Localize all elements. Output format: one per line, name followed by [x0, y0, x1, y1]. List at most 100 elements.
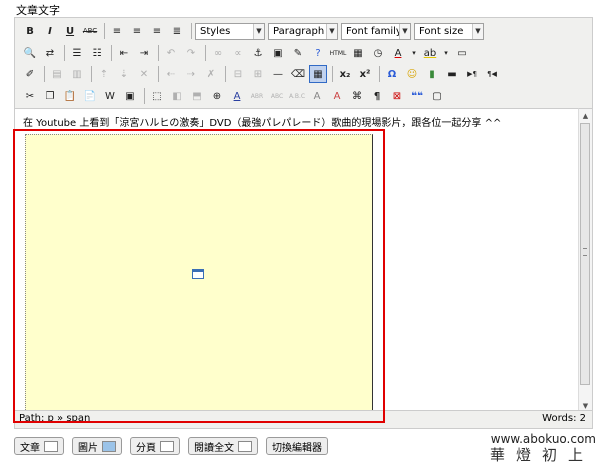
undo-icon[interactable]: ↶: [162, 44, 180, 62]
visual-chars-icon[interactable]: ¶: [368, 87, 386, 105]
styles-select-value: Styles: [200, 25, 231, 37]
rtl-icon[interactable]: ¶◀: [483, 65, 501, 83]
row-after-icon[interactable]: ⇣: [115, 65, 133, 83]
strikethrough-button[interactable]: ABC: [81, 22, 99, 40]
fullscreen-icon[interactable]: ▢: [428, 87, 446, 105]
format-select[interactable]: Paragraph ▼: [268, 22, 338, 40]
toolbar-row-3: ✐ ▤ ▥ ⇡ ⇣ ✕ ⇠ ⇢ ✗ ⊟ ⊞ — ⌫ ▦ x₂ x² Ω ☺ ▮ …: [21, 64, 503, 84]
replace-icon[interactable]: ⇄: [41, 44, 59, 62]
outdent-icon[interactable]: ⇤: [115, 44, 133, 62]
insert-time-icon[interactable]: ◷: [369, 44, 387, 62]
table-cell-props-icon[interactable]: ▥: [68, 65, 86, 83]
col-after-icon[interactable]: ⇢: [182, 65, 200, 83]
ltr-icon[interactable]: ▶¶: [463, 65, 481, 83]
special-char-icon[interactable]: Ω: [383, 65, 401, 83]
chevron-down-icon[interactable]: ▾: [441, 44, 451, 62]
indent-icon[interactable]: ⇥: [135, 44, 153, 62]
nonbreaking-icon[interactable]: ⊠: [388, 87, 406, 105]
style-props-icon[interactable]: A: [228, 87, 246, 105]
article-icon: [44, 440, 58, 452]
align-right-icon[interactable]: ≡: [148, 22, 166, 40]
col-before-icon[interactable]: ⇠: [162, 65, 180, 83]
bullet-list-icon[interactable]: ☰: [68, 44, 86, 62]
preview-icon[interactable]: ▭: [453, 44, 471, 62]
insert-image-button[interactable]: 圖片: [72, 437, 122, 455]
anchor-icon[interactable]: ⚓: [249, 44, 267, 62]
toggle-editor-button[interactable]: 切換編輯器: [266, 437, 328, 455]
grip-icon: [583, 248, 587, 256]
scroll-up-icon[interactable]: ▲: [579, 109, 592, 122]
attribs-icon[interactable]: A: [328, 87, 346, 105]
abbr-icon[interactable]: ABR: [248, 87, 266, 105]
toolbar-separator: [111, 45, 112, 61]
bold-button[interactable]: B: [21, 22, 39, 40]
align-left-icon[interactable]: ≡: [108, 22, 126, 40]
superscript-icon[interactable]: x²: [356, 65, 374, 83]
copy-icon[interactable]: ❐: [41, 87, 59, 105]
merge-cells-icon[interactable]: ⊞: [249, 65, 267, 83]
font-family-select[interactable]: Font family ▼: [341, 22, 411, 40]
font-size-select[interactable]: Font size ▼: [414, 22, 484, 40]
picture-icon: [102, 440, 116, 452]
italic-button[interactable]: I: [41, 22, 59, 40]
delete-col-icon[interactable]: ✗: [202, 65, 220, 83]
move-forward-icon[interactable]: ⬒: [188, 87, 206, 105]
styles-select[interactable]: Styles ▼: [195, 22, 265, 40]
cleanup-icon[interactable]: ✎: [289, 44, 307, 62]
toolbar-separator: [225, 66, 226, 82]
emotions-icon[interactable]: ☺: [403, 65, 421, 83]
horizontal-rule-icon[interactable]: —: [269, 65, 287, 83]
acronym-icon[interactable]: ABC: [268, 87, 286, 105]
toolbar-row-2: 🔍 ⇄ ☰ ☷ ⇤ ⇥ ↶ ↷ ∞ ∝ ⚓ ▣ ✎ ? HTML ▦ ◷ A ▾…: [21, 43, 473, 63]
cut-icon[interactable]: ✂: [21, 87, 39, 105]
link-icon[interactable]: ∞: [209, 44, 227, 62]
ins-icon[interactable]: A: [308, 87, 326, 105]
insert-date-icon[interactable]: ▦: [349, 44, 367, 62]
redo-icon[interactable]: ↷: [182, 44, 200, 62]
underline-button[interactable]: U: [61, 22, 79, 40]
film-icon[interactable]: ▮: [423, 65, 441, 83]
blockquote-icon[interactable]: ❝❝: [408, 87, 426, 105]
split-cells-icon[interactable]: ⊟: [229, 65, 247, 83]
subscript-icon[interactable]: x₂: [336, 65, 354, 83]
select-all-icon[interactable]: ▣: [121, 87, 139, 105]
read-more-button[interactable]: 閱讀全文: [188, 437, 258, 455]
insert-hr-icon[interactable]: ▬: [443, 65, 461, 83]
remove-format-icon[interactable]: ⌫: [289, 65, 307, 83]
read-more-icon: [238, 440, 252, 452]
visual-aid-icon[interactable]: ⬚: [148, 87, 166, 105]
insert-layer-icon[interactable]: ◧: [168, 87, 186, 105]
media-icon[interactable]: ▦: [309, 65, 327, 83]
del-icon[interactable]: A.B.C: [288, 87, 306, 105]
insert-article-label: 文章: [20, 442, 40, 454]
paste-icon[interactable]: 📋: [61, 87, 79, 105]
numbered-list-icon[interactable]: ☷: [88, 44, 106, 62]
image-icon[interactable]: ▣: [269, 44, 287, 62]
unlink-icon[interactable]: ∝: [229, 44, 247, 62]
toolbar-separator: [158, 66, 159, 82]
vertical-scrollbar[interactable]: ▲ ▼: [578, 108, 592, 412]
paste-word-icon[interactable]: W: [101, 87, 119, 105]
absolute-icon[interactable]: ⊕: [208, 87, 226, 105]
chevron-down-icon: ▼: [326, 23, 337, 39]
toolbar-separator: [205, 45, 206, 61]
align-justify-icon[interactable]: ≣: [168, 22, 186, 40]
align-center-icon[interactable]: ≡: [128, 22, 146, 40]
paste-text-icon[interactable]: 📄: [81, 87, 99, 105]
help-icon[interactable]: ?: [309, 44, 327, 62]
edit-icon[interactable]: ✐: [21, 65, 39, 83]
template-icon[interactable]: ⌘: [348, 87, 366, 105]
chevron-down-icon[interactable]: ▾: [409, 44, 419, 62]
toolbar-separator: [44, 66, 45, 82]
html-source-icon[interactable]: HTML: [329, 44, 347, 62]
backcolor-icon[interactable]: ab: [421, 44, 439, 62]
toolbar-separator: [91, 66, 92, 82]
table-row-props-icon[interactable]: ▤: [48, 65, 66, 83]
insert-article-button[interactable]: 文章: [14, 437, 64, 455]
forecolor-icon[interactable]: A: [389, 44, 407, 62]
search-icon[interactable]: 🔍: [21, 44, 39, 62]
scrollbar-thumb[interactable]: [580, 123, 590, 385]
row-before-icon[interactable]: ⇡: [95, 65, 113, 83]
page-break-button[interactable]: 分頁: [130, 437, 180, 455]
delete-row-icon[interactable]: ✕: [135, 65, 153, 83]
